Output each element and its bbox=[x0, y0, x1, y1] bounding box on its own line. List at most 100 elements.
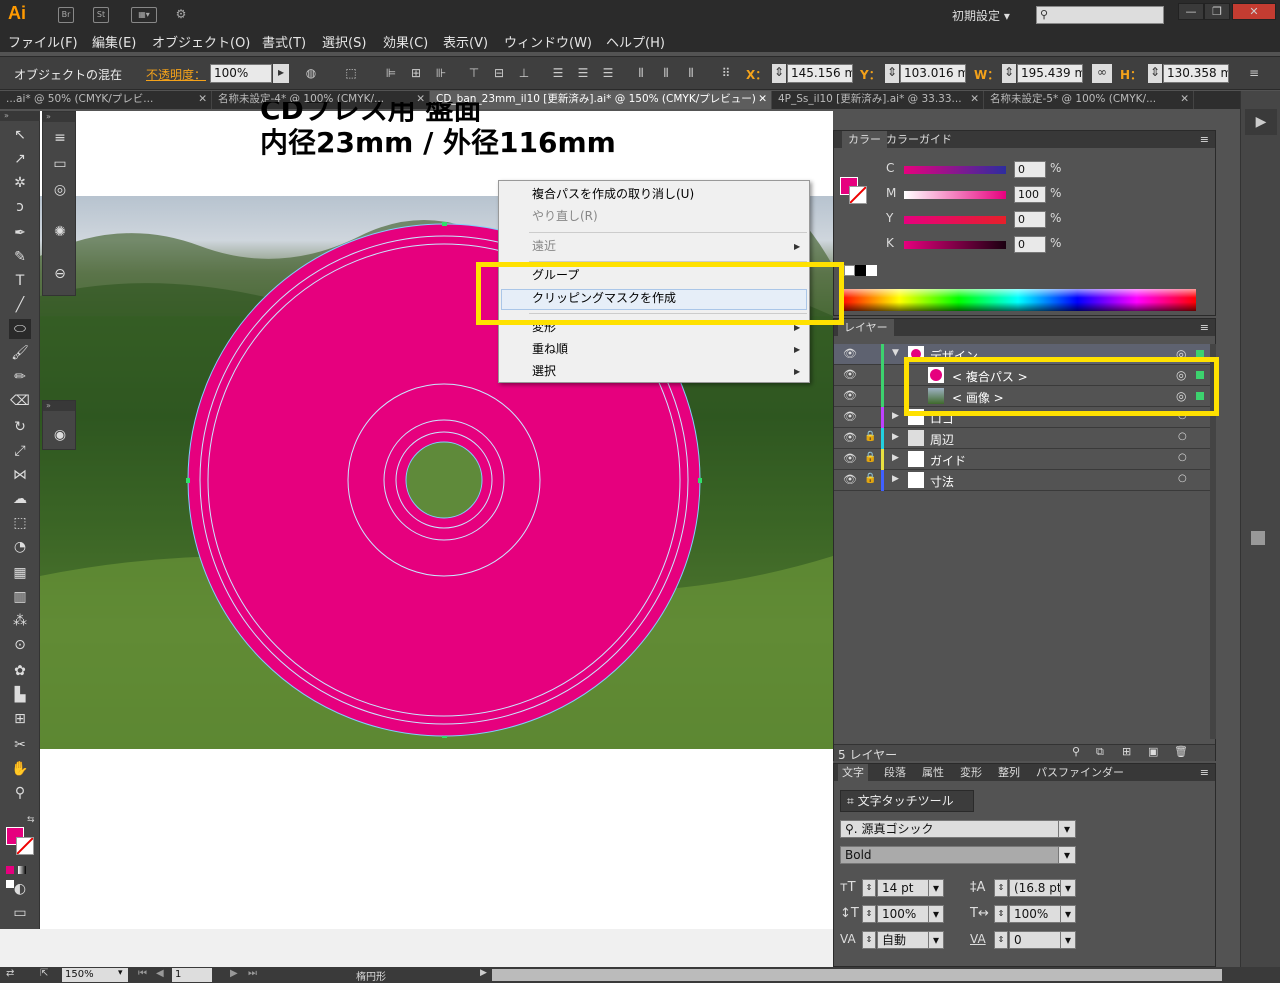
gradient-tool-icon[interactable]: ▥ bbox=[9, 587, 31, 607]
white-swatch[interactable] bbox=[866, 265, 877, 276]
tracking-dropdown[interactable]: ▾ bbox=[1060, 931, 1076, 949]
blend-tool-icon[interactable]: ⊙ bbox=[9, 635, 31, 655]
anchor-point[interactable] bbox=[442, 736, 447, 738]
align-right-icon[interactable]: ⊪ bbox=[433, 65, 449, 81]
black-slider[interactable] bbox=[904, 241, 1006, 249]
h-field[interactable]: 130.358 m bbox=[1163, 64, 1229, 83]
maximize-button[interactable]: ❐ bbox=[1204, 3, 1230, 20]
yellow-field[interactable]: 0 bbox=[1014, 211, 1046, 228]
opacity-label[interactable]: 不透明度： bbox=[146, 66, 206, 83]
align-left-icon[interactable]: ⊫ bbox=[383, 65, 399, 81]
vertical-scale-stepper[interactable]: ⇕ bbox=[862, 905, 876, 923]
horizontal-scale-stepper[interactable]: ⇕ bbox=[994, 905, 1008, 923]
expand-toggle-icon[interactable]: ▶ bbox=[892, 453, 899, 463]
stroke-none-swatch[interactable] bbox=[16, 837, 34, 855]
anchor-point[interactable] bbox=[698, 478, 702, 483]
expand-toggle-icon[interactable]: ▼ bbox=[892, 348, 899, 358]
type-tool-icon[interactable]: T bbox=[9, 271, 31, 291]
slice-tool-icon[interactable]: ✂ bbox=[9, 735, 31, 755]
magenta-slider[interactable] bbox=[904, 191, 1006, 199]
collapse-icon[interactable]: » bbox=[43, 112, 75, 122]
tab-character[interactable]: 文字 bbox=[838, 764, 868, 781]
close-tab-icon[interactable]: ✕ bbox=[758, 91, 767, 108]
layer-row-surroundings[interactable]: 👁 🔒 ▶ 周辺 ○ bbox=[834, 428, 1214, 449]
target-icon[interactable]: ○ bbox=[1178, 452, 1187, 463]
magenta-field[interactable]: 100 bbox=[1014, 186, 1046, 203]
column-graph-tool-icon[interactable]: ▙ bbox=[9, 685, 31, 705]
target-icon[interactable]: ○ bbox=[1178, 473, 1187, 484]
visibility-eye-icon[interactable]: 👁 bbox=[843, 389, 857, 402]
new-sublayer-icon[interactable]: ⊞ bbox=[1122, 745, 1131, 758]
tab-document-5[interactable]: 名称未設定-5* @ 100% (CMYK/... ✕ bbox=[984, 91, 1194, 109]
expand-toggle-icon[interactable]: ▶ bbox=[892, 432, 899, 442]
tab-color[interactable]: カラー bbox=[842, 131, 887, 148]
screen-mode-icon[interactable]: ▭ bbox=[9, 903, 31, 923]
close-tab-icon[interactable]: ✕ bbox=[198, 91, 207, 108]
pen-tool-icon[interactable]: ✒ bbox=[9, 223, 31, 243]
swap-colors-icon[interactable]: ⇆ bbox=[27, 815, 35, 825]
visibility-eye-icon[interactable]: 👁 bbox=[843, 347, 857, 360]
horizontal-scrollbar[interactable] bbox=[492, 969, 1222, 981]
cyan-field[interactable]: 0 bbox=[1014, 161, 1046, 178]
distribute-left-icon[interactable]: ⦀ bbox=[633, 65, 649, 81]
menu-select[interactable]: 選択(S) bbox=[322, 32, 366, 51]
distribute-vcenter-icon[interactable]: ☰ bbox=[575, 65, 591, 81]
menu-effect[interactable]: 効果(C) bbox=[383, 32, 428, 51]
transparency-panel-icon[interactable]: ◎ bbox=[49, 180, 71, 200]
ctx-arrange[interactable]: 重ね順 bbox=[532, 339, 568, 359]
ctx-redo[interactable]: やり直し(R) bbox=[532, 206, 598, 226]
close-tab-icon[interactable]: ✕ bbox=[1180, 91, 1189, 108]
visibility-eye-icon[interactable]: 👁 bbox=[843, 473, 857, 486]
lock-icon[interactable]: 🔒 bbox=[864, 431, 876, 442]
next-artboard-icon[interactable]: ▶ bbox=[230, 968, 238, 979]
panel-menu-icon[interactable]: ≡ bbox=[1200, 319, 1209, 336]
selection-tool-icon[interactable]: ↖ bbox=[9, 125, 31, 145]
tab-layers[interactable]: レイヤー bbox=[838, 319, 894, 336]
panel-menu-icon[interactable]: ≡ bbox=[1200, 764, 1209, 781]
tab-attributes[interactable]: 属性 bbox=[922, 764, 944, 781]
first-artboard-icon[interactable]: ⏮ bbox=[138, 968, 147, 979]
links-panel-icon[interactable]: ⊖ bbox=[49, 264, 71, 284]
workspace-preset[interactable]: 初期設定 ▾ bbox=[952, 7, 1010, 24]
locate-object-icon[interactable]: ⚲ bbox=[1072, 745, 1080, 758]
layer-name[interactable]: 寸法 bbox=[930, 473, 954, 490]
tab-color-guide[interactable]: カラーガイド bbox=[886, 131, 952, 148]
none-black-white-swatches[interactable] bbox=[844, 265, 880, 277]
rotate-tool-icon[interactable]: ↻ bbox=[9, 417, 31, 437]
line-tool-icon[interactable]: ╱ bbox=[9, 295, 31, 315]
layer-row-dimensions[interactable]: 👁 🔒 ▶ 寸法 ○ bbox=[834, 470, 1214, 491]
last-artboard-icon[interactable]: ⏭ bbox=[248, 968, 257, 979]
menu-window[interactable]: ウィンドウ(W) bbox=[504, 32, 592, 51]
kerning-dropdown[interactable]: ▾ bbox=[928, 931, 944, 949]
visibility-eye-icon[interactable]: 👁 bbox=[843, 431, 857, 444]
h-stepper[interactable]: ⇕ bbox=[1148, 64, 1162, 83]
mesh-tool-icon[interactable]: ▦ bbox=[9, 563, 31, 583]
align-top-icon[interactable]: ⊤ bbox=[466, 65, 482, 81]
eraser-tool-icon[interactable]: ⌫ bbox=[9, 391, 31, 411]
menu-object[interactable]: オブジェクト(O) bbox=[152, 32, 250, 51]
lasso-tool-icon[interactable]: ↄ bbox=[9, 197, 31, 217]
menu-edit[interactable]: 編集(E) bbox=[92, 32, 136, 51]
visibility-eye-icon[interactable]: 👁 bbox=[843, 410, 857, 423]
menu-view[interactable]: 表示(V) bbox=[443, 32, 488, 51]
panel-menu-icon[interactable]: ≡ bbox=[1200, 131, 1209, 148]
layer-name[interactable]: ガイド bbox=[930, 452, 966, 469]
ctx-undo-compound-path[interactable]: 複合パスを作成の取り消し(U) bbox=[532, 184, 694, 204]
stock-button[interactable]: St bbox=[93, 7, 109, 23]
color-mode-icon[interactable] bbox=[6, 866, 14, 874]
stroke-panel-icon[interactable]: ≡ bbox=[49, 128, 71, 148]
collapse-icon[interactable]: » bbox=[43, 401, 75, 411]
transform-grid-icon[interactable]: ⠿ bbox=[718, 65, 734, 81]
align-vcenter-icon[interactable]: ⊟ bbox=[491, 65, 507, 81]
artboard-tool-icon[interactable]: ⊞ bbox=[9, 709, 31, 729]
align-bottom-icon[interactable]: ⊥ bbox=[516, 65, 532, 81]
lock-icon[interactable]: 🔒 bbox=[864, 452, 876, 463]
gpu-performance-icon[interactable]: ⚙ bbox=[173, 7, 189, 23]
distribute-right-icon[interactable]: ⦀ bbox=[683, 65, 699, 81]
gradient-mode-icon[interactable] bbox=[17, 866, 26, 874]
tab-document-1[interactable]: ...ai* @ 50% (CMYK/プレビ... ✕ bbox=[0, 91, 212, 109]
y-field[interactable]: 103.016 m bbox=[900, 64, 966, 83]
hand-tool-icon[interactable]: ✋ bbox=[9, 759, 31, 779]
close-button[interactable]: ✕ bbox=[1232, 3, 1276, 20]
make-clipping-mask-icon[interactable]: ⧉ bbox=[1096, 745, 1104, 759]
